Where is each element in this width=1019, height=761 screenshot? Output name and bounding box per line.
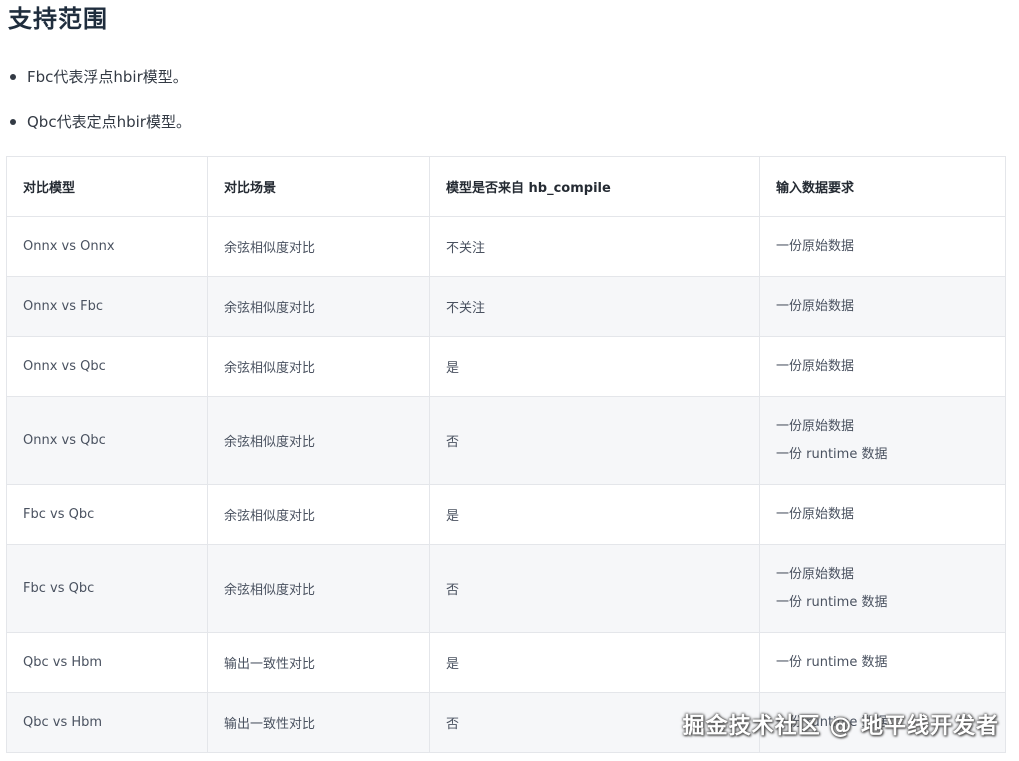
page-title: 支持范围 (8, 5, 108, 33)
header-compare-model: 对比模型 (6, 156, 208, 217)
cell-scene: 余弦相似度对比 (207, 544, 430, 633)
cell-input: 一份原始数据 (759, 276, 1006, 337)
cell-scene: 余弦相似度对比 (207, 396, 430, 485)
input-line: 一份 runtime 数据 (776, 654, 888, 670)
watermark: 掘金技术社区 @ 地平线开发者 (682, 714, 999, 739)
cell-from-compile: 否 (429, 396, 760, 485)
cell-from-compile: 是 (429, 484, 760, 545)
cell-input: 一份原始数据 一份 runtime 数据 (759, 544, 1006, 633)
cell-model: Qbc vs Hbm (6, 692, 208, 753)
cell-model: Onnx vs Fbc (6, 276, 208, 337)
bullet-dot-icon (10, 119, 16, 125)
cell-from-compile: 是 (429, 336, 760, 397)
input-line: 一份原始数据 (776, 358, 855, 374)
table-row: Fbc vs Qbc 余弦相似度对比 是 一份原始数据 (6, 484, 1006, 545)
header-input-requirement: 输入数据要求 (759, 156, 1006, 217)
header-compare-scene: 对比场景 (207, 156, 430, 217)
bullet-dot-icon (10, 74, 16, 80)
table-row: Fbc vs Qbc 余弦相似度对比 否 一份原始数据 一份 runtime 数… (6, 544, 1006, 633)
cell-model: Qbc vs Hbm (6, 632, 208, 693)
table-row: Onnx vs Onnx 余弦相似度对比 不关注 一份原始数据 (6, 216, 1006, 277)
cell-scene: 输出一致性对比 (207, 632, 430, 693)
cell-input: 一份 runtime 数据 (759, 632, 1006, 693)
cell-model: Fbc vs Qbc (6, 544, 208, 633)
cell-scene: 余弦相似度对比 (207, 216, 430, 277)
cell-from-compile: 否 (429, 544, 760, 633)
cell-from-compile: 是 (429, 632, 760, 693)
cell-model: Onnx vs Qbc (6, 336, 208, 397)
cell-input: 一份原始数据 一份 runtime 数据 (759, 396, 1006, 485)
cell-scene: 余弦相似度对比 (207, 336, 430, 397)
input-line: 一份原始数据 (776, 506, 855, 522)
bullet-item: Qbc代表定点hbir模型。 (0, 107, 191, 152)
cell-model: Fbc vs Qbc (6, 484, 208, 545)
input-line: 一份原始数据 (776, 238, 855, 254)
cell-from-compile: 不关注 (429, 216, 760, 277)
bullet-list: Fbc代表浮点hbir模型。 Qbc代表定点hbir模型。 (0, 62, 191, 152)
input-line: 一份原始数据 (776, 418, 855, 434)
table-row: Onnx vs Qbc 余弦相似度对比 否 一份原始数据 一份 runtime … (6, 396, 1006, 485)
header-from-hb-compile: 模型是否来自 hb_compile (429, 156, 760, 217)
input-line: 一份原始数据 (776, 298, 855, 314)
cell-model: Onnx vs Onnx (6, 216, 208, 277)
input-line: 一份 runtime 数据 (776, 594, 888, 610)
input-line: 一份 runtime 数据 (776, 446, 888, 462)
input-line: 一份原始数据 (776, 566, 855, 582)
cell-scene: 余弦相似度对比 (207, 484, 430, 545)
cell-model: Onnx vs Qbc (6, 396, 208, 485)
table-header-row: 对比模型 对比场景 模型是否来自 hb_compile 输入数据要求 (6, 156, 1006, 217)
cell-from-compile: 不关注 (429, 276, 760, 337)
cell-input: 一份原始数据 (759, 336, 1006, 397)
cell-input: 一份原始数据 (759, 484, 1006, 545)
bullet-item: Fbc代表浮点hbir模型。 (0, 62, 191, 107)
cell-input: 一份原始数据 (759, 216, 1006, 277)
table-row: Qbc vs Hbm 输出一致性对比 是 一份 runtime 数据 (6, 632, 1006, 693)
bullet-text: Fbc代表浮点hbir模型。 (27, 68, 188, 86)
cell-scene: 余弦相似度对比 (207, 276, 430, 337)
cell-scene: 输出一致性对比 (207, 692, 430, 753)
table-row: Onnx vs Fbc 余弦相似度对比 不关注 一份原始数据 (6, 276, 1006, 337)
table-row: Onnx vs Qbc 余弦相似度对比 是 一份原始数据 (6, 336, 1006, 397)
bullet-text: Qbc代表定点hbir模型。 (27, 113, 191, 131)
comparison-table: 对比模型 对比场景 模型是否来自 hb_compile 输入数据要求 Onnx … (6, 156, 1006, 753)
